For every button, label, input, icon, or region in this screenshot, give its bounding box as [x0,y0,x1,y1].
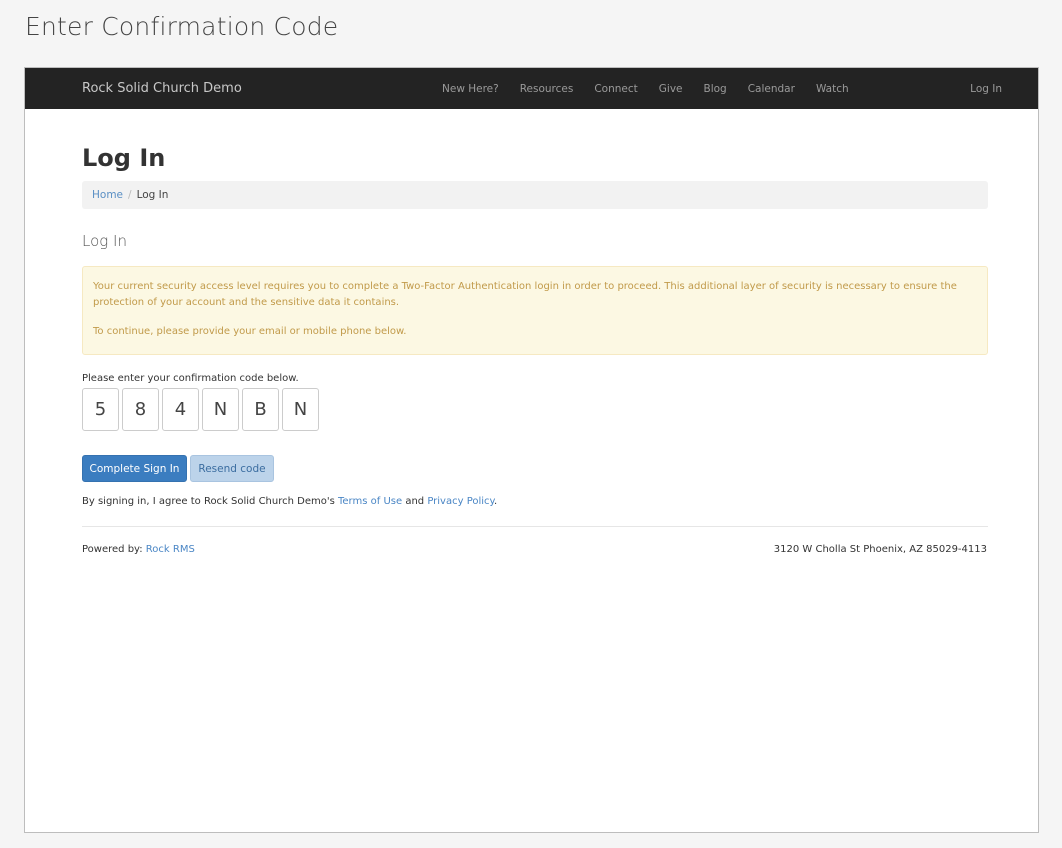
code-digit-input-6[interactable]: N [282,388,319,431]
page-title: Log In [82,144,166,172]
code-prompt: Please enter your confirmation code belo… [82,373,299,384]
breadcrumb-separator: / [128,189,132,201]
action-buttons: Complete Sign In Resend code [82,455,274,482]
code-digit-input-3[interactable]: 4 [162,388,199,431]
complete-sign-in-button[interactable]: Complete Sign In [82,455,187,482]
powered-by-label: Powered by: [82,544,146,555]
main-nav: New Here? Resources Connect Give Blog Ca… [442,83,870,95]
agreement-suffix: . [494,496,498,507]
nav-item-resources[interactable]: Resources [520,83,574,95]
screenshot-caption: Enter Confirmation Code [25,12,339,41]
top-navbar: Rock Solid Church Demo New Here? Resourc… [25,68,1038,109]
terms-of-use-link[interactable]: Terms of Use [338,496,402,507]
privacy-policy-link[interactable]: Privacy Policy [427,496,494,507]
code-digit-input-2[interactable]: 8 [122,388,159,431]
nav-item-connect[interactable]: Connect [594,83,637,95]
breadcrumb-home-link[interactable]: Home [92,189,123,201]
browser-frame: Rock Solid Church Demo New Here? Resourc… [24,67,1039,833]
code-digit-input-5[interactable]: B [242,388,279,431]
resend-code-button[interactable]: Resend code [190,455,274,482]
agreement-and: and [402,496,428,507]
brand-link[interactable]: Rock Solid Church Demo [82,81,242,96]
church-address: 3120 W Cholla St Phoenix, AZ 85029-4113 [773,544,987,555]
section-title: Log In [82,232,127,250]
confirmation-code-inputs: 5 8 4 N B N [82,388,319,431]
powered-by: Powered by: Rock RMS [82,544,195,555]
alert-instruction: To continue, please provide your email o… [93,326,407,337]
breadcrumb: Home / Log In [82,181,988,209]
breadcrumb-current: Log In [136,189,169,201]
two-factor-warning-alert: Your current security access level requi… [82,266,988,355]
agreement-text: By signing in, I agree to Rock Solid Chu… [82,496,497,507]
nav-login-link[interactable]: Log In [970,83,1002,95]
rock-rms-link[interactable]: Rock RMS [146,544,195,555]
agreement-prefix: By signing in, I agree to Rock Solid Chu… [82,496,338,507]
footer-divider [82,526,988,527]
nav-item-new-here[interactable]: New Here? [442,83,499,95]
code-digit-input-1[interactable]: 5 [82,388,119,431]
nav-item-give[interactable]: Give [659,83,683,95]
alert-message: Your current security access level requi… [93,281,957,308]
nav-item-blog[interactable]: Blog [704,83,727,95]
nav-item-calendar[interactable]: Calendar [748,83,795,95]
code-digit-input-4[interactable]: N [202,388,239,431]
nav-item-watch[interactable]: Watch [816,83,849,95]
